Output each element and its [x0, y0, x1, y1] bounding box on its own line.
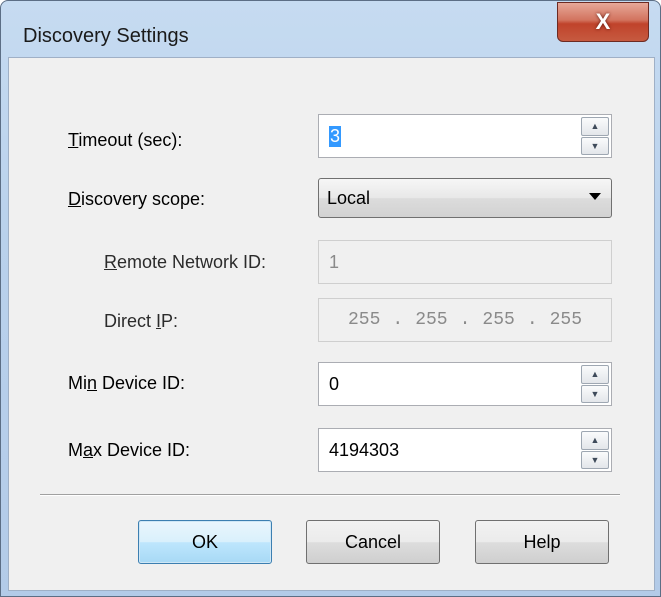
timeout-input[interactable]: 3 ▲ ▼: [318, 114, 612, 158]
remote-network-label-mnemonic: R: [104, 252, 117, 272]
ip-dot: .: [526, 310, 538, 330]
max-device-input[interactable]: 4194303 ▲ ▼: [318, 428, 612, 472]
min-device-label-pre: Mi: [68, 373, 87, 393]
min-device-label: Min Device ID:: [68, 373, 185, 394]
timeout-label: Timeout (sec):: [68, 130, 182, 151]
scope-value: Local: [327, 187, 371, 208]
min-device-input[interactable]: 0 ▲ ▼: [318, 362, 612, 406]
remote-network-value: 1: [329, 251, 340, 272]
close-button[interactable]: X: [557, 2, 649, 42]
direct-ip-label: Direct IP:: [104, 311, 178, 332]
direct-ip-label-post: P:: [161, 311, 179, 331]
ip-octet-4[interactable]: 255: [550, 310, 582, 330]
max-device-label-post: x Device ID:: [93, 440, 191, 460]
spin-up-icon[interactable]: ▲: [581, 431, 609, 450]
max-device-label-mnemonic: a: [83, 440, 94, 460]
scope-dropdown[interactable]: Local: [318, 178, 612, 218]
chevron-down-icon: [589, 193, 601, 200]
ip-octet-3[interactable]: 255: [482, 310, 514, 330]
direct-ip-input[interactable]: 255 . 255 . 255 . 255: [318, 298, 612, 342]
timeout-spinner[interactable]: ▲ ▼: [581, 117, 609, 155]
help-button-label: Help: [523, 531, 561, 552]
max-device-label-pre: M: [68, 440, 83, 460]
help-button[interactable]: Help: [475, 520, 609, 564]
scope-label: Discovery scope:: [68, 189, 205, 210]
spin-down-icon[interactable]: ▼: [581, 136, 609, 155]
cancel-button-label: Cancel: [344, 531, 402, 552]
ip-octet-2[interactable]: 255: [415, 310, 447, 330]
ip-octet-1[interactable]: 255: [348, 310, 380, 330]
ip-dot: .: [459, 310, 471, 330]
min-device-label-post: Device ID:: [97, 373, 186, 393]
timeout-label-mnemonic: T: [68, 130, 79, 150]
max-device-label: Max Device ID:: [68, 440, 190, 461]
direct-ip-label-pre: Direct: [104, 311, 157, 331]
timeout-value: 3: [329, 125, 342, 147]
min-device-value: 0: [329, 373, 340, 394]
spin-up-icon[interactable]: ▲: [581, 365, 609, 384]
ok-button[interactable]: OK: [138, 520, 272, 564]
scope-label-mnemonic: D: [68, 189, 81, 209]
remote-network-input[interactable]: 1: [318, 240, 612, 284]
spin-down-icon[interactable]: ▼: [581, 384, 609, 403]
cancel-button[interactable]: Cancel: [306, 520, 440, 564]
dialog-title: Discovery Settings: [23, 25, 189, 47]
separator-line: [40, 494, 620, 496]
max-device-value: 4194303: [329, 439, 400, 460]
min-device-label-mnemonic: n: [87, 373, 98, 393]
spin-down-icon[interactable]: ▼: [581, 450, 609, 469]
remote-network-label-post: emote Network ID:: [117, 252, 267, 272]
ok-button-label: OK: [191, 531, 218, 552]
scope-label-post: iscovery scope:: [81, 189, 206, 209]
close-icon: X: [595, 9, 611, 34]
timeout-label-post: imeout (sec):: [78, 130, 183, 150]
max-device-spinner[interactable]: ▲ ▼: [581, 431, 609, 469]
remote-network-label: Remote Network ID:: [104, 252, 266, 273]
spin-up-icon[interactable]: ▲: [581, 117, 609, 136]
min-device-spinner[interactable]: ▲ ▼: [581, 365, 609, 403]
ip-dot: .: [392, 310, 404, 330]
